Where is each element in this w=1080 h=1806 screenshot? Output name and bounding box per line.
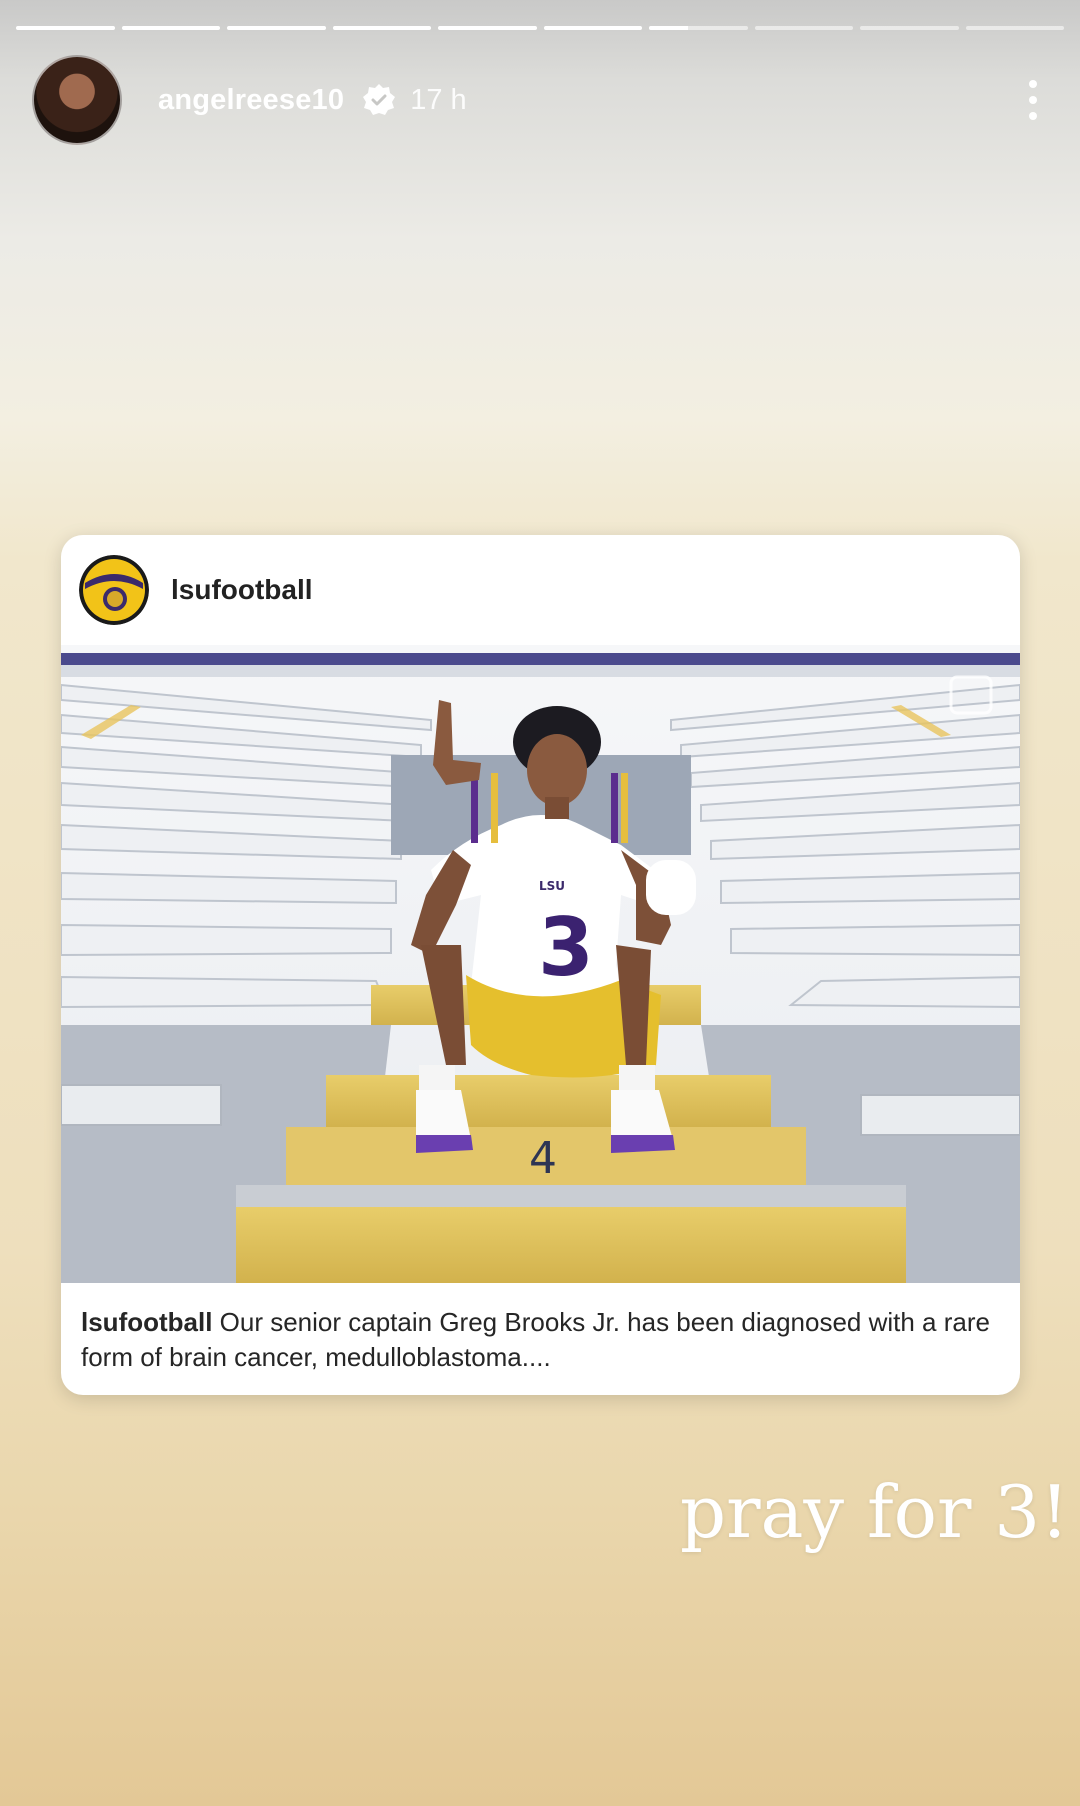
post-caption: lsufootball Our senior captain Greg Broo… (81, 1305, 990, 1375)
progress-segment (649, 26, 748, 30)
progress-segment-fill (438, 26, 537, 30)
progress-segment-fill (332, 26, 431, 30)
progress-segment (121, 26, 220, 30)
more-options-icon[interactable] (1018, 70, 1048, 130)
progress-segment (860, 26, 959, 30)
post-username[interactable]: lsufootball (171, 574, 313, 606)
post-photo[interactable]: 4 LSU 3 (61, 645, 1020, 1283)
progress-segment-fill (543, 26, 642, 30)
progress-segment (438, 26, 537, 30)
story-time: 17 h (410, 83, 467, 116)
shared-post-card[interactable]: lsufootball 4 LSU 3 lsufootball Our seni… (61, 535, 1020, 1395)
progress-segment (965, 26, 1064, 30)
caption-username[interactable]: lsufootball (81, 1307, 212, 1337)
progress-segment (16, 26, 115, 30)
post-header: lsufootball (61, 535, 1020, 645)
lsu-logo-avatar[interactable] (79, 555, 149, 625)
progress-segment (754, 26, 853, 30)
jersey-number: 3 (538, 901, 594, 994)
progress-segment (227, 26, 326, 30)
progress-segment-fill (649, 26, 689, 30)
story-header: angelreese10 17 h (32, 54, 1048, 146)
story-progress-bar (16, 26, 1064, 30)
caption-text: Our senior captain Greg Brooks Jr. has b… (81, 1307, 990, 1372)
progress-segment (543, 26, 642, 30)
progress-segment (332, 26, 431, 30)
story-text-sticker: pray for 3! (680, 1470, 1070, 1554)
step-number: 4 (529, 1133, 557, 1184)
progress-segment-fill (227, 26, 326, 30)
progress-segment-fill (121, 26, 220, 30)
jersey-text: LSU (539, 879, 565, 893)
verified-badge-icon (363, 84, 396, 115)
story-username[interactable]: angelreese10 (158, 84, 344, 117)
avatar[interactable] (32, 55, 122, 145)
progress-segment-fill (16, 26, 115, 30)
